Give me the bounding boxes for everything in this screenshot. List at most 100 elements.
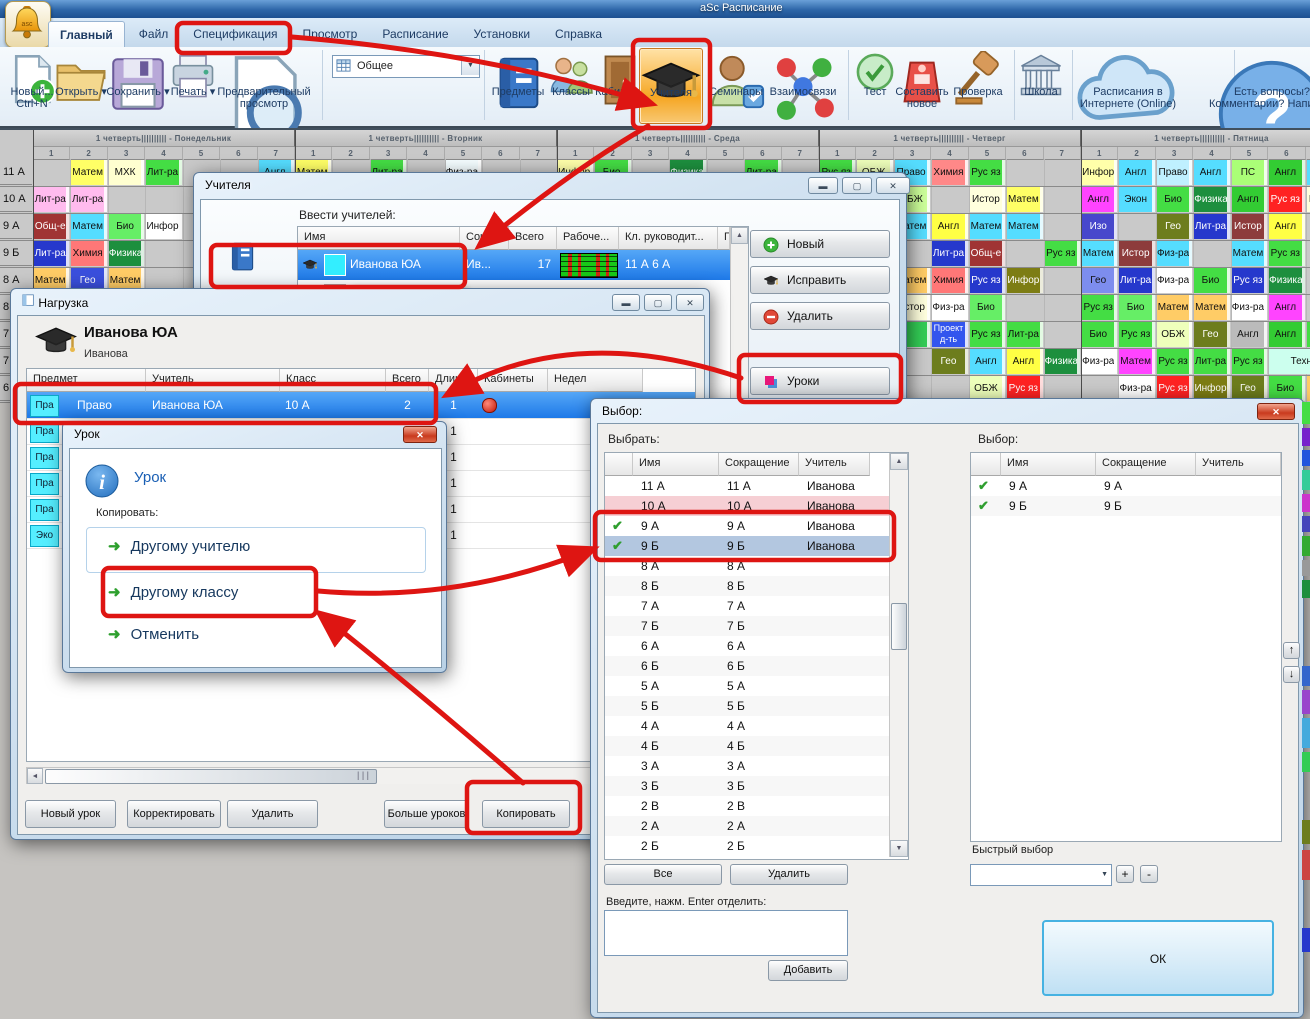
timetable-cell[interactable]: Био bbox=[1194, 268, 1229, 293]
timetable-cell[interactable]: Матем bbox=[1194, 295, 1229, 320]
chevron-down-icon[interactable]: ▼ bbox=[461, 56, 479, 75]
teachers-dialog-titlebar[interactable]: Учителя bbox=[194, 173, 906, 199]
scroll-up-icon[interactable]: ▲ bbox=[890, 453, 908, 470]
school-button[interactable]: Школа bbox=[1017, 48, 1065, 124]
close-icon[interactable]: ✕ bbox=[403, 426, 437, 443]
timetable-cell[interactable]: Матем bbox=[1007, 214, 1042, 239]
class-list-item[interactable]: 5 А5 А bbox=[605, 676, 889, 696]
class-row-label[interactable]: 9 А bbox=[0, 213, 32, 239]
timetable-cell[interactable]: Рус яз bbox=[1232, 268, 1267, 293]
column-header[interactable]: Всего bbox=[509, 227, 557, 250]
timetable-cell[interactable]: Рус яз bbox=[970, 322, 1005, 347]
column-header[interactable]: Класс bbox=[280, 369, 386, 392]
column-header[interactable]: Сокращение bbox=[719, 453, 799, 476]
timetable-cell[interactable]: Физика bbox=[1269, 268, 1304, 293]
select-dialog-titlebar[interactable]: Выбор: bbox=[591, 399, 1303, 425]
timetable-cell[interactable]: Изо bbox=[1082, 214, 1117, 239]
class-list-item[interactable]: 11 А11 АИванова bbox=[605, 476, 889, 496]
scrollbar[interactable]: ▲ bbox=[730, 227, 748, 401]
scroll-thumb[interactable] bbox=[891, 603, 907, 650]
subjects-button[interactable]: Предметы bbox=[487, 48, 549, 124]
column-header[interactable]: Всего bbox=[386, 369, 429, 392]
timetable-cell[interactable]: Био bbox=[1119, 295, 1154, 320]
timetable-cell[interactable]: Гео bbox=[1082, 268, 1117, 293]
tab-schedule[interactable]: Расписание bbox=[371, 21, 459, 46]
quick-select-combo[interactable]: ▼ bbox=[970, 864, 1112, 886]
command-link-cancel[interactable]: ➜Отменить bbox=[108, 625, 199, 649]
more-lessons-button[interactable]: Больше уроков bbox=[384, 800, 469, 828]
timetable-cell[interactable]: Химия bbox=[932, 268, 967, 293]
class-list-item[interactable]: 2 А2 А bbox=[605, 816, 889, 836]
timetable-cell[interactable]: Проект д-ть bbox=[932, 322, 967, 347]
class-list-item[interactable]: 10 А10 АИванова bbox=[605, 496, 889, 516]
maximize-button[interactable]: ▢ bbox=[842, 177, 872, 194]
column-header[interactable]: Имя bbox=[633, 453, 719, 476]
timetable-cell[interactable]: Лит-ра bbox=[34, 187, 69, 212]
timetable-cell[interactable]: Англ bbox=[1194, 160, 1229, 185]
timetable-cell[interactable]: Инфор bbox=[146, 214, 181, 239]
timetable-cell[interactable]: Рус яз bbox=[1269, 187, 1304, 212]
teacher-row-selected[interactable]: Иванова ЮАИв...1711 А 6 А bbox=[298, 250, 730, 280]
close-icon[interactable]: ✕ bbox=[876, 177, 910, 194]
timetable-cell[interactable]: Матем bbox=[71, 214, 106, 239]
column-header[interactable]: Учитель bbox=[799, 453, 870, 476]
view-combo[interactable]: Общее ▼ bbox=[332, 55, 480, 78]
column-header[interactable]: Предмет bbox=[27, 369, 146, 392]
timetable-cell[interactable]: Лит-ра bbox=[1007, 322, 1042, 347]
lesson-dialog-titlebar[interactable]: Урок bbox=[63, 422, 446, 448]
column-header[interactable]: Сокр... bbox=[460, 227, 509, 250]
column-header[interactable]: Кабинеты bbox=[478, 369, 548, 392]
class-list-item[interactable]: 5 Б5 Б bbox=[605, 696, 889, 716]
scroll-down-icon[interactable]: ▼ bbox=[890, 840, 908, 857]
classes-button[interactable]: Классы bbox=[547, 48, 595, 124]
timetable-cell[interactable]: Био bbox=[109, 214, 144, 239]
column-header[interactable]: Учитель bbox=[146, 369, 280, 392]
edit-lesson-button[interactable]: Корректировать bbox=[127, 800, 221, 828]
timetable-cell[interactable]: Рус яз bbox=[1082, 295, 1117, 320]
timetable-cell[interactable]: Лит-ра bbox=[1194, 349, 1229, 374]
timetable-cell[interactable]: Лит-ра bbox=[1119, 268, 1154, 293]
scroll-thumb[interactable] bbox=[45, 769, 377, 784]
class-list-item[interactable]: ✔9 А9 АИванова bbox=[605, 516, 889, 536]
horizontal-scrollbar[interactable]: ◄| | | bbox=[26, 767, 593, 784]
command-link-to-class[interactable]: ➜Другому классу bbox=[108, 583, 238, 607]
timetable-cell[interactable]: Лит-ра bbox=[146, 160, 181, 185]
timetable-cell[interactable]: Лит-ра bbox=[34, 241, 69, 266]
quick-select-remove-button[interactable]: - bbox=[1140, 865, 1158, 883]
timetable-cell[interactable]: Англ bbox=[1232, 322, 1267, 347]
timetable-cell[interactable]: Лит-ра bbox=[1194, 214, 1229, 239]
timetable-cell[interactable]: Право bbox=[1157, 160, 1192, 185]
class-list-item[interactable]: 6 А6 А bbox=[605, 636, 889, 656]
class-list-item[interactable]: 3 Б3 Б bbox=[605, 776, 889, 796]
timetable-cell[interactable]: Истор bbox=[1307, 187, 1310, 212]
class-row-label[interactable]: 9 Б bbox=[0, 240, 32, 266]
column-header[interactable]: Г bbox=[718, 227, 730, 250]
tab-home[interactable]: Главный bbox=[48, 21, 125, 47]
timetable-cell[interactable]: Химия bbox=[932, 160, 967, 185]
timetable-cell[interactable]: Матем bbox=[1232, 241, 1267, 266]
column-header[interactable]: Недел bbox=[548, 369, 643, 392]
timetable-cell[interactable]: Рус яз bbox=[1119, 322, 1154, 347]
timetable-cell[interactable]: Англ bbox=[1269, 295, 1304, 320]
delete-lesson-button[interactable]: Удалить bbox=[227, 800, 318, 828]
move-down-button[interactable]: ↓ bbox=[1283, 666, 1300, 683]
class-list-item[interactable]: 8 Б8 Б bbox=[605, 576, 889, 596]
maximize-button[interactable]: ▢ bbox=[644, 294, 672, 311]
tab-help[interactable]: Справка bbox=[544, 21, 613, 46]
class-list-item[interactable]: 4 А4 А bbox=[605, 716, 889, 736]
timetable-cell[interactable]: Рус яз bbox=[1269, 241, 1304, 266]
column-header[interactable]: Учитель bbox=[1196, 453, 1281, 476]
class-list-item[interactable]: ✔9 Б9 Б bbox=[971, 496, 1281, 516]
copy-lesson-button[interactable]: Копировать bbox=[482, 800, 570, 828]
column-header[interactable]: Длина bbox=[429, 369, 478, 392]
timetable-cell[interactable]: Физ-ра bbox=[1232, 295, 1267, 320]
timetable-cell[interactable]: Химия bbox=[71, 241, 106, 266]
timetable-cell[interactable]: Рус яз bbox=[970, 160, 1005, 185]
timetable-cell[interactable]: Рус яз bbox=[1157, 349, 1192, 374]
timetable-cell[interactable]: Рус яз bbox=[1045, 241, 1080, 266]
timetable-cell[interactable]: Англ bbox=[970, 349, 1005, 374]
class-list-item[interactable]: 4 Б4 Б bbox=[605, 736, 889, 756]
class-list-item[interactable]: ✔9 А9 А bbox=[971, 476, 1281, 496]
timetable-cell[interactable]: Физика bbox=[1194, 187, 1229, 212]
timetable-cell[interactable]: Лит bbox=[1307, 322, 1310, 347]
